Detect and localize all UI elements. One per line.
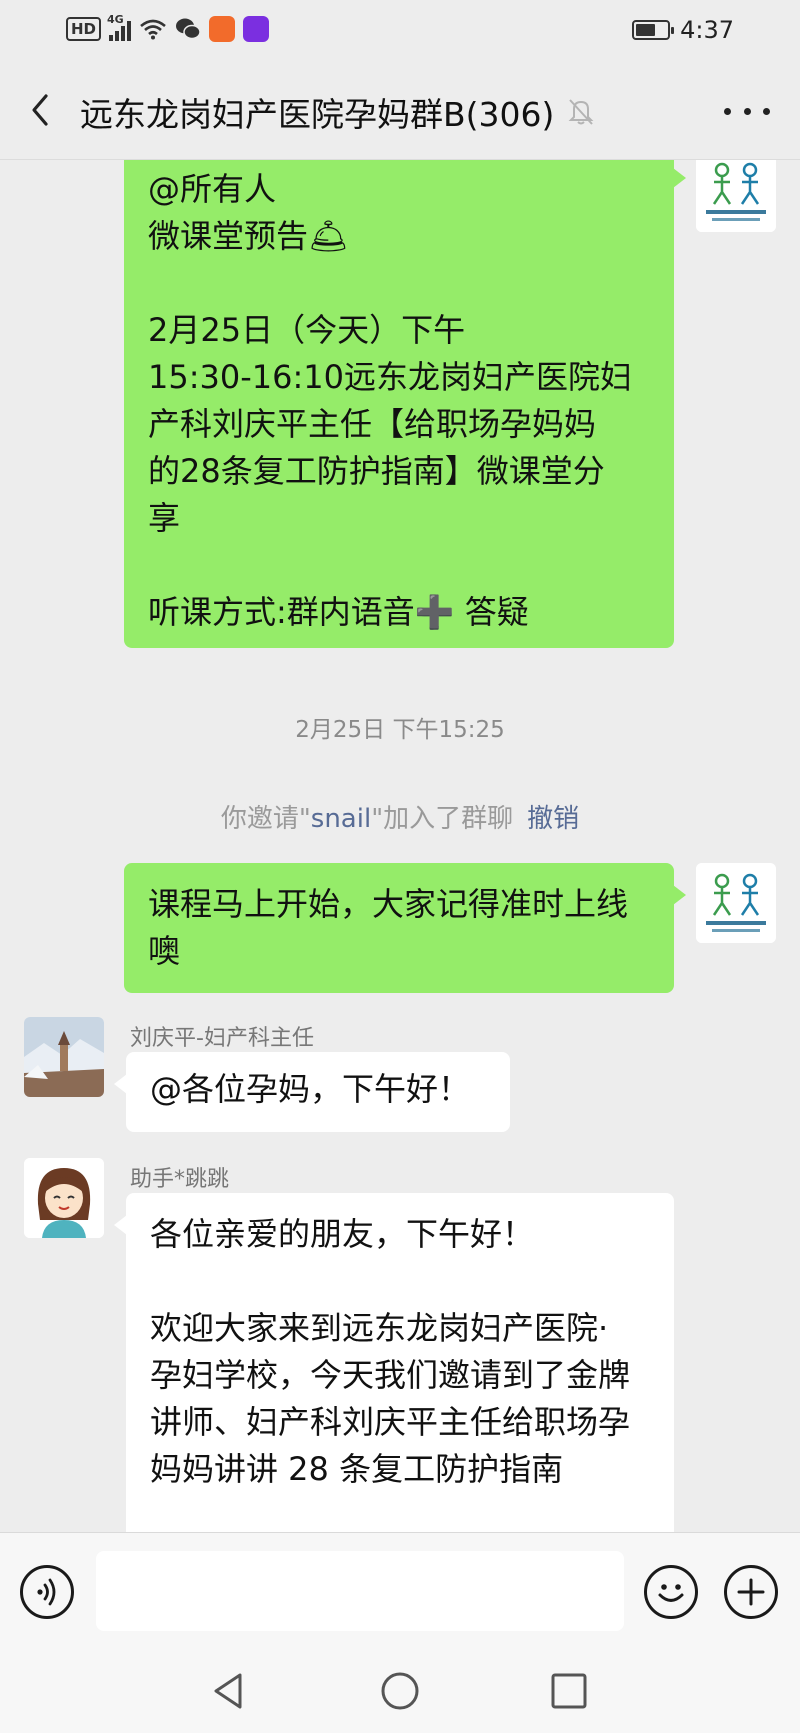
time-separator: 2月25日 下午15:25 bbox=[295, 717, 505, 743]
sender-avatar-doctor[interactable] bbox=[24, 1017, 104, 1097]
sender-name-doctor: 刘庆平-妇产科主任 bbox=[130, 1026, 314, 1051]
status-bar: HD 4G 4:37 bbox=[0, 0, 800, 62]
hospital-logo-icon bbox=[696, 863, 776, 943]
my-avatar[interactable] bbox=[696, 863, 776, 943]
message-bubble-greeting[interactable]: @各位孕妈，下午好！ bbox=[114, 1052, 510, 1132]
wechat-icon bbox=[176, 18, 201, 40]
nav-back-icon[interactable] bbox=[208, 1670, 250, 1712]
status-icons-right: 4:37 bbox=[632, 16, 734, 44]
battery-icon bbox=[632, 20, 675, 40]
emoji-icon bbox=[658, 1584, 684, 1602]
hospital-logo-icon bbox=[696, 160, 776, 232]
network-label: 4G bbox=[107, 13, 124, 26]
app-video-icon bbox=[243, 16, 270, 42]
snow-castle-avatar-icon bbox=[24, 1017, 104, 1097]
invited-user-name[interactable]: snail bbox=[311, 804, 371, 834]
clock: 4:37 bbox=[680, 16, 734, 44]
chevron-left-icon[interactable] bbox=[22, 90, 62, 130]
nav-home-icon[interactable] bbox=[379, 1670, 421, 1712]
hd-badge: HD bbox=[66, 17, 102, 41]
undo-link[interactable]: 撤销 bbox=[527, 804, 579, 834]
system-message-suffix: "加入了群聊 bbox=[371, 804, 514, 834]
nav-recents-icon[interactable] bbox=[548, 1670, 590, 1712]
my-avatar[interactable] bbox=[696, 160, 776, 232]
chat-area[interactable]: @所有人 微课堂预告🛎 2月25日（今天）下午 15:30-16:10远东龙岗妇… bbox=[0, 160, 800, 1532]
message-bubble-reminder[interactable]: 课程马上开始，大家记得准时上线 噢 bbox=[124, 863, 686, 993]
more-button[interactable] bbox=[724, 96, 770, 126]
chat-header: 远东龙岗妇产医院孕妈群B(306) bbox=[0, 62, 800, 160]
system-nav-bar bbox=[0, 1650, 800, 1733]
system-message-prefix: 你邀请" bbox=[220, 804, 311, 834]
message-bubble-welcome[interactable]: 各位亲爱的朋友，下午好！ 欢迎大家来到远东龙岗妇产医院· 孕妇学校，今天我们邀请… bbox=[114, 1193, 674, 1532]
input-bar bbox=[0, 1532, 800, 1650]
status-icons-left: HD 4G bbox=[66, 13, 270, 42]
bell-off-icon bbox=[568, 99, 594, 125]
chat-title: 远东龙岗妇产医院孕妈群B(306) bbox=[80, 95, 555, 134]
sender-avatar-assistant[interactable] bbox=[24, 1158, 104, 1238]
signal-icon: 4G bbox=[107, 13, 132, 41]
system-message: 你邀请"snail"加入了群聊 撤销 bbox=[0, 798, 800, 835]
plus-button[interactable] bbox=[724, 1565, 778, 1619]
sender-name-assistant: 助手*跳跳 bbox=[130, 1167, 230, 1192]
voice-icon bbox=[37, 1578, 56, 1606]
girl-avatar-icon bbox=[24, 1158, 104, 1238]
app-orange-icon bbox=[209, 16, 236, 42]
emoji-button[interactable] bbox=[644, 1565, 698, 1619]
message-input[interactable] bbox=[96, 1551, 624, 1631]
plus-icon bbox=[737, 1578, 765, 1606]
message-bubble-announcement[interactable]: @所有人 微课堂预告🛎 2月25日（今天）下午 15:30-16:10远东龙岗妇… bbox=[124, 160, 686, 648]
wifi-icon bbox=[140, 19, 166, 40]
voice-button[interactable] bbox=[20, 1565, 74, 1619]
